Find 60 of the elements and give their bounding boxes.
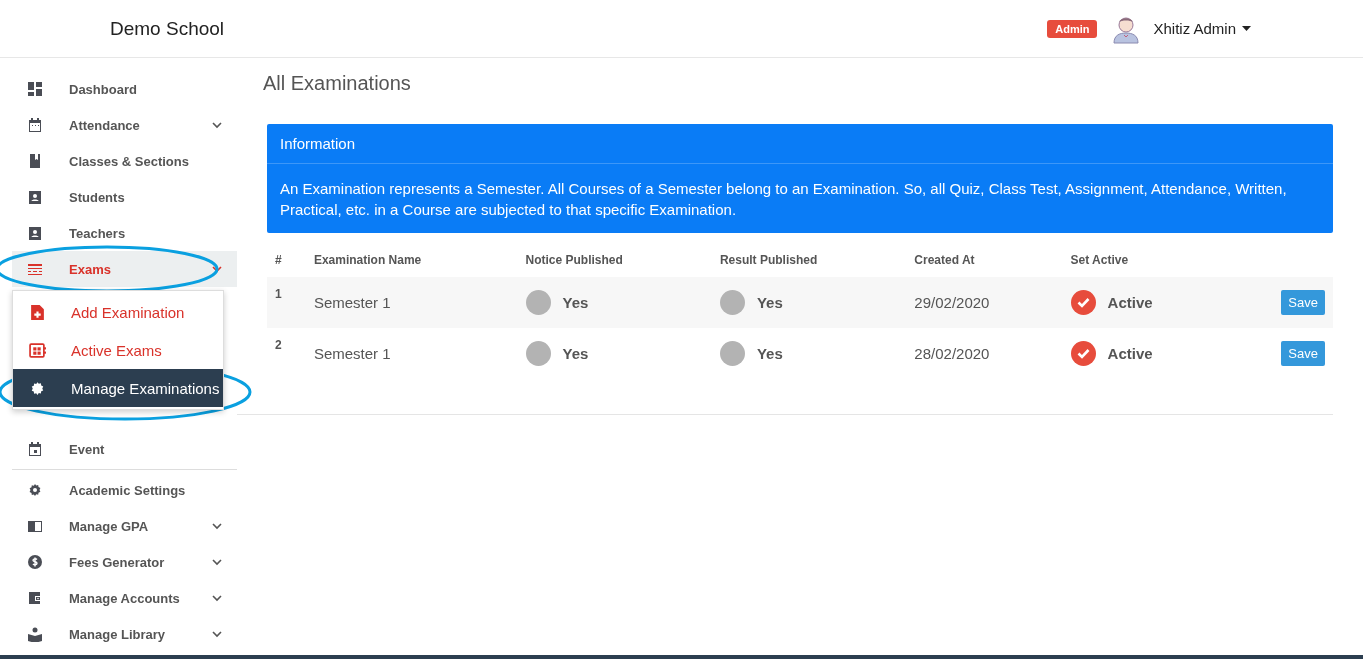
status-dot xyxy=(525,341,551,366)
sidebar-item[interactable]: Fees Generator xyxy=(12,544,237,580)
status-dot xyxy=(525,290,551,315)
sidebar-item[interactable]: Manage Accounts xyxy=(12,580,237,616)
submenu-item[interactable]: Add Examination xyxy=(13,293,223,331)
row-number: 1 xyxy=(275,287,282,301)
calendar-icon xyxy=(27,117,43,133)
calendar-icon xyxy=(27,441,43,457)
column-header: Examination Name xyxy=(313,253,422,267)
row-number: 2 xyxy=(275,338,282,352)
status-dot xyxy=(719,341,745,366)
gear-icon xyxy=(27,482,43,498)
column-header: Created At xyxy=(914,253,975,267)
exam-name: Semester 1 xyxy=(313,345,391,362)
sidebar-item[interactable]: Students xyxy=(12,179,237,215)
result-status: Yes xyxy=(756,294,783,311)
sidebar-item[interactable]: Teachers xyxy=(12,215,237,251)
file-plus-icon xyxy=(29,303,46,321)
id-card-icon xyxy=(27,225,43,241)
sidebar-item[interactable]: Classes & Sections xyxy=(12,143,237,179)
caret-icon xyxy=(1242,26,1251,31)
column-header: Set Active xyxy=(1070,253,1129,267)
sidebar-item[interactable]: Exams xyxy=(12,251,237,287)
notice-status: Yes xyxy=(562,345,589,362)
calendar-icon xyxy=(29,341,46,359)
sidebar-item[interactable]: Manage GPA xyxy=(12,508,237,544)
sidebar-item[interactable]: Dashboard xyxy=(12,71,237,107)
dashboard-icon xyxy=(27,81,43,97)
ledger-icon xyxy=(27,518,43,534)
wallet-icon xyxy=(27,590,43,606)
column-header: # xyxy=(275,253,282,267)
active-label: Active xyxy=(1107,345,1153,362)
table-icon xyxy=(27,261,43,277)
user-menu[interactable]: Xhitiz Admin xyxy=(1153,20,1251,37)
sidebar-item[interactable]: Event xyxy=(12,431,237,467)
created-date: 28/02/2020 xyxy=(914,345,990,362)
dollar-icon xyxy=(27,554,43,570)
submenu-item[interactable]: Manage Examinations xyxy=(13,369,223,407)
sidebar-item[interactable]: Attendance xyxy=(12,107,237,143)
page-title: All Examinations xyxy=(263,72,412,95)
sidebar-item[interactable]: Manage Library xyxy=(12,616,237,652)
submenu-item[interactable]: Active Exams xyxy=(13,331,223,369)
active-label: Active xyxy=(1107,294,1153,311)
result-status: Yes xyxy=(756,345,783,362)
check-circle-icon[interactable] xyxy=(1070,341,1096,366)
book-icon xyxy=(27,153,43,169)
check-circle-icon[interactable] xyxy=(1070,290,1096,315)
column-header: Result Published xyxy=(719,253,818,267)
column-header: Notice Published xyxy=(525,253,623,267)
brand-title: Demo School xyxy=(110,17,226,40)
info-text: An Examination represents a Semester. All Courses of a Semester belong to an Examination. So, all Quiz, Class Test, Assignment, Attendance, Written, Practical, etc. in a Course are subjected to that specific Examination. xyxy=(279,179,1288,220)
gear-icon xyxy=(29,379,46,397)
id-card-icon xyxy=(27,189,43,205)
exam-name: Semester 1 xyxy=(313,294,391,311)
sidebar-item[interactable]: Academic Settings xyxy=(12,472,237,508)
panel-title: Information xyxy=(267,124,1333,164)
created-date: 29/02/2020 xyxy=(914,294,990,311)
role-badge: Admin xyxy=(1047,19,1098,38)
status-dot xyxy=(719,290,745,315)
notice-status: Yes xyxy=(562,294,589,311)
